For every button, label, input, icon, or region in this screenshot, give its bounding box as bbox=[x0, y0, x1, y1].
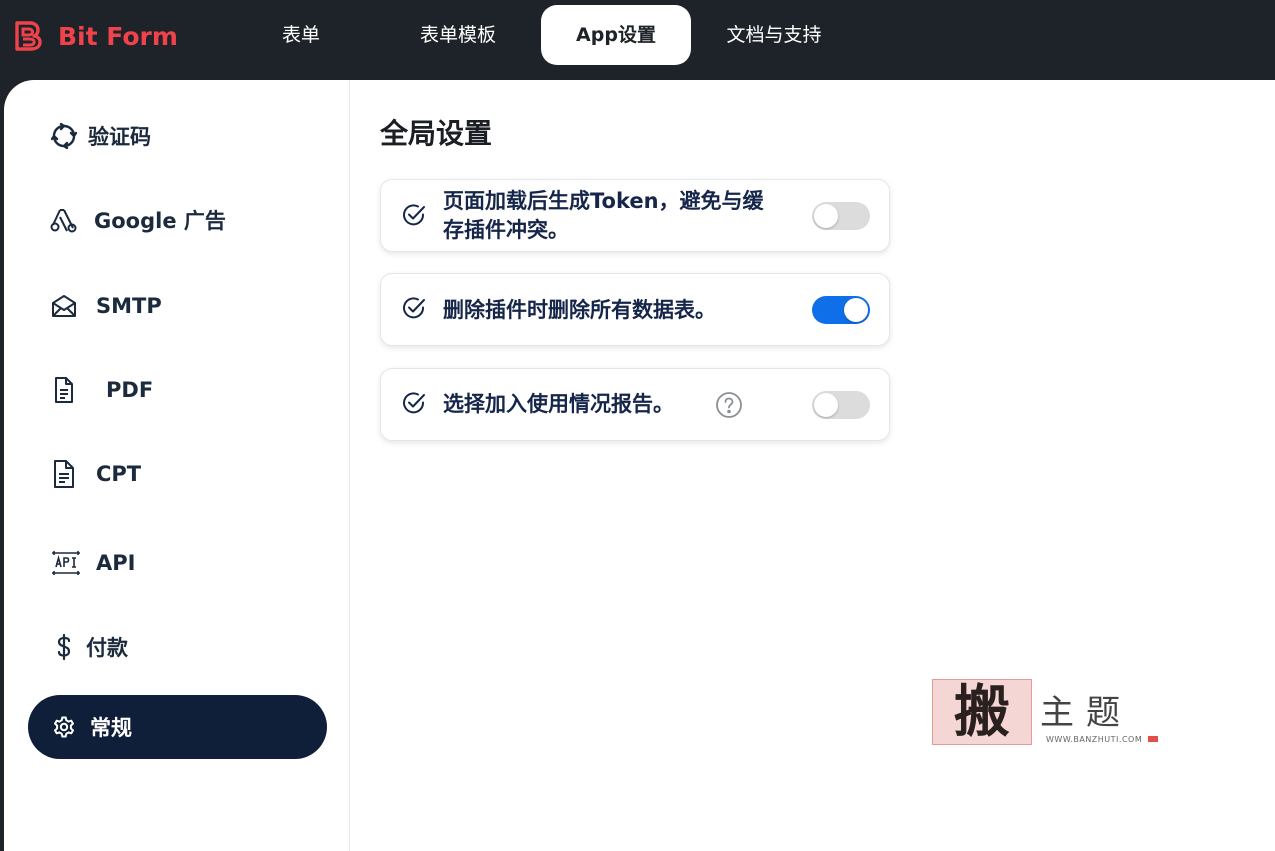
sidebar-item-label: CPT bbox=[96, 462, 142, 486]
bitform-logo-icon bbox=[15, 21, 42, 51]
api-icon bbox=[50, 549, 82, 577]
sidebar-item-label: 付款 bbox=[86, 636, 128, 660]
document-icon bbox=[50, 460, 78, 488]
google-ads-icon bbox=[50, 206, 78, 234]
watermark: 搬 主题 WWW.BANZHUTI.COM bbox=[932, 679, 1172, 749]
check-circle-icon bbox=[403, 297, 425, 319]
sidebar-item-label: 验证码 bbox=[88, 125, 151, 149]
sidebar-item-general[interactable]: 常规 bbox=[28, 695, 327, 759]
sidebar-item-cpt[interactable]: CPT bbox=[28, 442, 327, 506]
nav-tab-docs-support[interactable]: 文档与支持 bbox=[704, 5, 844, 65]
watermark-url: WWW.BANZHUTI.COM bbox=[1046, 735, 1143, 744]
delete-tables-toggle[interactable] bbox=[812, 296, 870, 324]
settings-sidebar: 验证码 Google 广告 SMTP PDF CPT API 付款 常规 bbox=[4, 80, 350, 851]
mail-icon bbox=[50, 292, 78, 320]
nav-tab-forms[interactable]: 表单 bbox=[240, 5, 362, 65]
sidebar-item-smtp[interactable]: SMTP bbox=[28, 274, 327, 338]
watermark-seal-char: 搬 bbox=[954, 679, 1010, 745]
sidebar-item-pdf[interactable]: PDF bbox=[28, 358, 327, 422]
document-icon bbox=[50, 376, 78, 404]
sidebar-item-google-ads[interactable]: Google 广告 bbox=[28, 188, 327, 252]
sidebar-item-label: Google 广告 bbox=[94, 209, 226, 233]
setting-label: 删除插件时删除所有数据表。 bbox=[443, 298, 716, 322]
nav-tab-form-templates[interactable]: 表单模板 bbox=[390, 5, 526, 65]
toggle-knob bbox=[814, 204, 838, 228]
toggle-knob bbox=[814, 393, 838, 417]
setting-card-generate-token: 页面加载后生成Token，避免与缓 存插件冲突。 bbox=[380, 179, 890, 252]
sidebar-item-label: API bbox=[96, 551, 136, 575]
usage-report-toggle[interactable] bbox=[812, 391, 870, 419]
generate-token-toggle[interactable] bbox=[812, 202, 870, 230]
sidebar-item-label: 常规 bbox=[90, 716, 132, 740]
captcha-icon bbox=[50, 122, 78, 150]
check-circle-icon bbox=[403, 392, 425, 414]
page-title: 全局设置 bbox=[380, 117, 493, 150]
setting-label: 选择加入使用情况报告。 bbox=[443, 392, 674, 416]
dollar-icon bbox=[50, 633, 78, 661]
setting-card-delete-tables: 删除插件时删除所有数据表。 bbox=[380, 273, 890, 346]
sidebar-item-label: PDF bbox=[106, 378, 154, 402]
gear-icon bbox=[50, 713, 78, 741]
sidebar-item-api[interactable]: API bbox=[28, 531, 327, 595]
setting-label: 页面加载后生成Token，避免与缓 存插件冲突。 bbox=[443, 189, 764, 242]
nav-tab-app-settings[interactable]: App设置 bbox=[541, 5, 691, 65]
watermark-title: 主题 bbox=[1040, 693, 1132, 733]
question-circle-icon[interactable] bbox=[715, 391, 743, 419]
toggle-knob bbox=[844, 298, 868, 322]
setting-card-usage-report: 选择加入使用情况报告。 bbox=[380, 368, 890, 441]
sidebar-item-label: SMTP bbox=[96, 294, 162, 318]
brand[interactable]: Bit Form bbox=[14, 18, 178, 54]
check-circle-icon bbox=[403, 204, 425, 226]
sidebar-item-payment[interactable]: 付款 bbox=[28, 615, 327, 679]
watermark-dot bbox=[1148, 736, 1158, 742]
sidebar-item-captcha[interactable]: 验证码 bbox=[28, 104, 327, 168]
top-bar: Bit Form 表单 表单模板 App设置 文档与支持 bbox=[0, 0, 1275, 80]
brand-name: Bit Form bbox=[58, 21, 178, 51]
